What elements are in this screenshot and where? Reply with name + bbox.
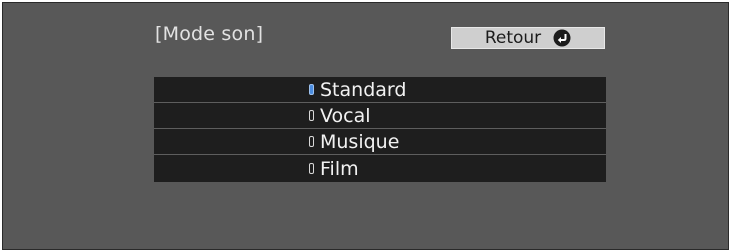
menu-item-label: Standard bbox=[320, 78, 407, 101]
radio-selected-icon bbox=[309, 84, 314, 95]
menu-item-musique[interactable]: Musique bbox=[154, 129, 606, 155]
menu-item-label: Musique bbox=[320, 130, 400, 153]
menu-item-label: Film bbox=[320, 157, 359, 180]
menu-item-vocal[interactable]: Vocal bbox=[154, 103, 606, 129]
menu-item-standard[interactable]: Standard bbox=[154, 77, 606, 103]
menu-item-label: Vocal bbox=[320, 104, 371, 127]
radio-unselected-icon bbox=[309, 110, 314, 121]
return-arrow-icon bbox=[553, 29, 571, 47]
osd-screen: [Mode son] Retour Standard Vocal Musique… bbox=[2, 2, 729, 250]
page-title: [Mode son] bbox=[155, 23, 264, 45]
back-button[interactable]: Retour bbox=[451, 27, 605, 49]
sound-mode-list: Standard Vocal Musique Film bbox=[154, 77, 606, 182]
back-button-label: Retour bbox=[484, 28, 542, 48]
menu-item-film[interactable]: Film bbox=[154, 155, 606, 182]
radio-unselected-icon bbox=[309, 136, 314, 147]
radio-unselected-icon bbox=[309, 163, 314, 174]
